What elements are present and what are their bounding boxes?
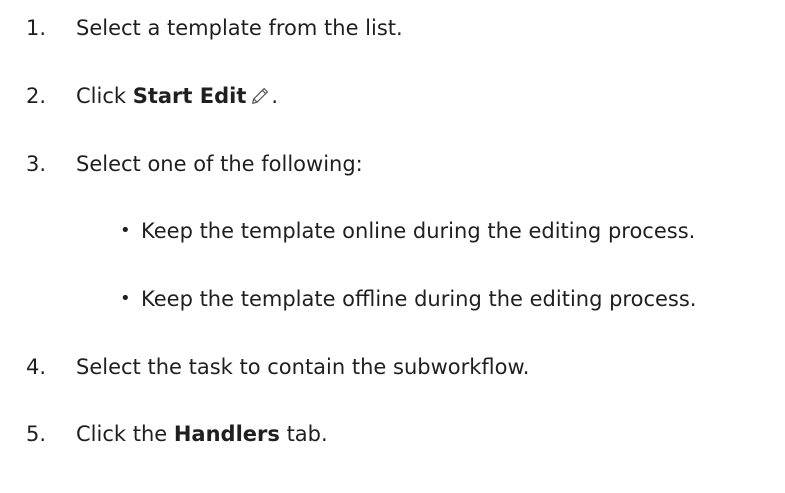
bullet-glyph: •: [120, 288, 131, 309]
step-text-prefix: Click the: [76, 422, 174, 446]
handlers-tab-label: Handlers: [173, 422, 280, 446]
step-text: Click Start Edit.: [76, 76, 278, 116]
step-number: 1.: [26, 16, 47, 40]
step-text: Select the task to contain the subworkfl…: [76, 355, 530, 379]
step-text-suffix: tab.: [279, 422, 328, 446]
start-edit-label: Start Edit: [132, 84, 247, 108]
step-text: Select a template from the list.: [76, 16, 403, 40]
step-number: 2.: [26, 84, 47, 108]
step-text-suffix: .: [271, 84, 279, 108]
step-text: Select one of the following:: [76, 152, 363, 176]
bullet-glyph: •: [120, 220, 131, 241]
instruction-document: 1. Select a template from the list. 2. C…: [0, 0, 785, 493]
step-text: Click the Handlers tab.: [76, 414, 328, 454]
step-text-prefix: Click: [76, 84, 133, 108]
pencil-icon: [252, 87, 269, 104]
option-text: Keep the template online during the edit…: [141, 219, 696, 243]
step-number: 4.: [26, 355, 47, 379]
option-text: Keep the template offline during the edi…: [141, 287, 697, 311]
step-number: 3.: [26, 152, 47, 176]
step-number: 5.: [26, 422, 47, 446]
